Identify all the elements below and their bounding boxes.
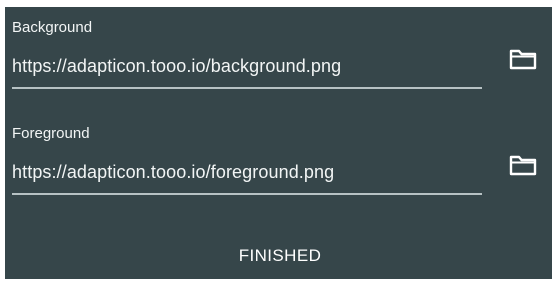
folder-icon: [509, 49, 537, 70]
background-input-underline: [12, 87, 482, 89]
foreground-input-underline: [12, 193, 482, 195]
foreground-browse-button[interactable]: [508, 152, 538, 178]
background-url-input[interactable]: https://adapticon.tooo.io/background.png: [12, 54, 482, 78]
foreground-url-input[interactable]: https://adapticon.tooo.io/foreground.png: [12, 160, 482, 184]
folder-icon: [509, 155, 537, 176]
image-source-panel: Background https://adapticon.tooo.io/bac…: [5, 7, 552, 279]
finished-button[interactable]: FINISHED: [180, 239, 380, 273]
foreground-label: Foreground: [12, 125, 90, 142]
background-label: Background: [12, 19, 93, 36]
background-browse-button[interactable]: [508, 46, 538, 72]
